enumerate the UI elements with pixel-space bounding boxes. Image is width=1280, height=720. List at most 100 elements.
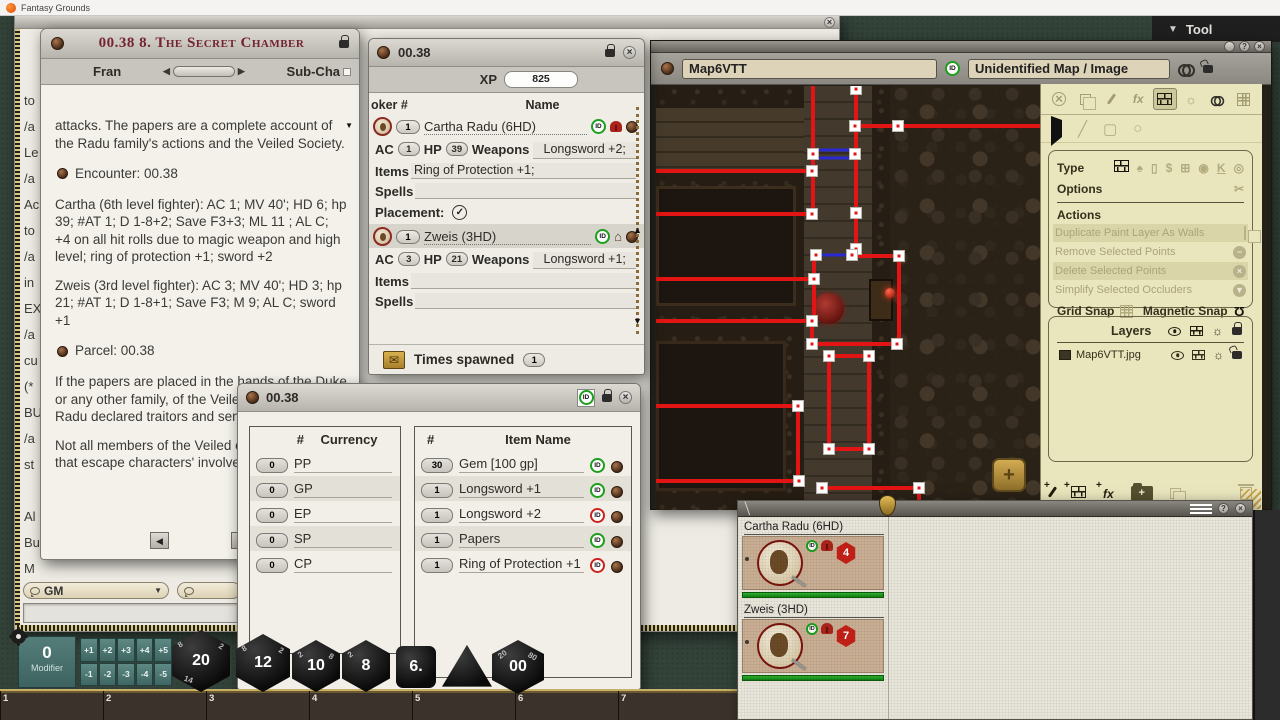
currency-qty-field[interactable]: 0 — [256, 483, 288, 498]
helmet-icon[interactable] — [610, 121, 622, 132]
envelope-icon[interactable]: ✉ — [383, 351, 405, 369]
weapons-field[interactable]: Longsword +1; — [533, 252, 636, 269]
scroll-rope[interactable]: ▲ ▼ — [636, 107, 639, 334]
items-field[interactable] — [411, 273, 636, 289]
slider-thumb[interactable] — [173, 66, 235, 77]
circle-tool-icon[interactable]: ○ — [1133, 120, 1142, 137]
tracker-title-bar[interactable]: ╲ ? × — [738, 501, 1252, 517]
modifier-button[interactable]: -3 — [117, 663, 135, 687]
item-name-field[interactable]: Ring of Protection +1 — [459, 556, 584, 573]
modifier-button[interactable]: -4 — [136, 663, 154, 687]
lock-icon[interactable] — [1232, 327, 1242, 335]
chat-input[interactable] — [23, 603, 238, 623]
record-orb-icon[interactable] — [611, 561, 623, 573]
help-icon[interactable]: ? — [1239, 41, 1250, 52]
close-icon[interactable]: × — [824, 17, 835, 28]
tool-menu-dropdown[interactable]: ▼ Tool — [1152, 16, 1280, 42]
coil-type-icon[interactable]: ◎ — [1234, 161, 1244, 175]
item-row[interactable]: 1Longsword +2ID — [415, 501, 631, 526]
modifier-button[interactable]: +5 — [154, 638, 172, 662]
compass-tab-icon[interactable] — [1047, 88, 1071, 110]
map-type-field[interactable]: Unidentified Map / Image — [968, 59, 1170, 79]
record-orb-icon[interactable] — [611, 461, 623, 473]
link-orb-icon[interactable] — [57, 168, 68, 179]
currency-qty-field[interactable]: 0 — [256, 533, 288, 548]
unlock-icon[interactable] — [1232, 351, 1242, 359]
parcel-orb-icon[interactable] — [246, 391, 259, 404]
d20-die[interactable]: 208214 — [172, 630, 230, 692]
link-orb-icon[interactable] — [57, 346, 68, 357]
encounter-entry-name-row[interactable]: 1Zweis (3HD)ID⌂ — [369, 224, 644, 248]
map-orb-icon[interactable] — [661, 62, 674, 75]
chat-emote-dropdown[interactable] — [177, 582, 241, 599]
add-folder-button[interactable]: + — [1131, 486, 1153, 501]
add-fx-layer-icon[interactable]: +fx — [1103, 486, 1114, 501]
brush-tab-icon[interactable] — [1100, 88, 1124, 110]
wall-type-icon[interactable] — [1114, 160, 1129, 175]
spells-field[interactable] — [415, 183, 636, 199]
id-badge[interactable]: ID — [590, 483, 605, 498]
close-icon[interactable]: × — [1235, 503, 1246, 514]
encounter-title-bar[interactable]: 00.38 × — [369, 39, 644, 67]
scissors-icon[interactable]: ✂ — [1234, 182, 1244, 196]
text-type-icon[interactable]: K — [1217, 161, 1226, 175]
modifier-button[interactable]: -1 — [80, 663, 98, 687]
token-portrait[interactable] — [757, 623, 803, 669]
add-wall-layer-icon[interactable]: + — [1071, 486, 1086, 501]
item-qty-field[interactable]: 1 — [421, 533, 453, 548]
id-badge[interactable]: ID — [591, 119, 606, 134]
tracker-entry[interactable]: Cartha Radu (6HD)ID4 — [740, 521, 886, 598]
subchapter-box-icon[interactable] — [343, 68, 351, 76]
item-row[interactable]: 1Longsword +1ID — [415, 476, 631, 501]
encounter-entry-name-row[interactable]: 1 Cartha Radu (6HD) ID — [369, 114, 644, 138]
treasure-type-icon[interactable]: $ — [1166, 161, 1173, 175]
close-icon[interactable]: × — [1254, 41, 1265, 52]
walls-icon[interactable] — [1190, 326, 1203, 336]
story-page-slider[interactable]: ◀ ▶ — [121, 66, 286, 77]
modifier-button[interactable]: +2 — [99, 638, 117, 662]
id-badge[interactable]: ID — [595, 229, 610, 244]
eye-edit-icon[interactable] — [1171, 351, 1184, 360]
modifier-button[interactable]: +3 — [117, 638, 135, 662]
fx-tab-icon[interactable]: fx — [1126, 88, 1150, 110]
d6-die[interactable]: 6. — [396, 646, 436, 688]
hp-field[interactable]: 39 — [446, 142, 468, 156]
item-name-field[interactable]: Longsword +2 — [459, 506, 584, 523]
npc-name-field[interactable]: Cartha Radu (6HD) — [424, 119, 587, 135]
tracker-entry[interactable]: Zweis (3HD)ID7 — [740, 604, 886, 681]
item-qty-field[interactable]: 1 — [421, 558, 453, 573]
currency-qty-field[interactable]: 0 — [256, 458, 288, 473]
chat-speaker-dropdown[interactable]: GM ▼ — [23, 582, 169, 599]
times-spawned-value[interactable]: 1 — [523, 353, 545, 367]
story-link[interactable]: Encounter: 00.38 — [75, 165, 178, 183]
spells-field[interactable] — [415, 293, 636, 309]
illusion-type-icon[interactable]: ◉ — [1198, 161, 1208, 175]
slider-left-icon[interactable]: ◀ — [163, 66, 170, 77]
walls-icon[interactable] — [1192, 350, 1205, 360]
layer-row[interactable]: Map6VTT.jpg☼ — [1057, 343, 1244, 367]
light-tab-icon[interactable]: ☼ — [1179, 88, 1203, 110]
lock-icon[interactable] — [605, 49, 615, 57]
id-badge[interactable]: ID — [806, 540, 818, 552]
item-name-field[interactable]: Gem [100 gp] — [459, 456, 584, 473]
modifier-box[interactable]: 0 Modifier — [18, 636, 76, 688]
token-portrait[interactable] — [757, 540, 803, 586]
token-count-field[interactable]: 1 — [396, 230, 420, 244]
radial-menu-icon[interactable] — [1224, 41, 1235, 52]
action-button[interactable]: Delete Selected Points× — [1053, 262, 1248, 280]
house-icon[interactable]: ⌂ — [614, 231, 622, 243]
action-button[interactable]: Duplicate Paint Layer As Walls — [1053, 224, 1248, 242]
slider-right-icon[interactable]: ▶ — [238, 66, 245, 77]
close-icon[interactable]: × — [623, 46, 636, 59]
walls-tab-icon[interactable] — [1153, 88, 1177, 110]
map-radial-menu-button[interactable]: + — [992, 458, 1026, 492]
helmet-icon[interactable] — [821, 623, 833, 634]
token-count-field[interactable]: 1 — [396, 120, 420, 134]
story-title-bar[interactable]: 00.38 8. The Secret Chamber — [41, 29, 359, 59]
ac-field[interactable]: 1 — [398, 142, 420, 156]
layers-tab-icon[interactable] — [1073, 88, 1097, 110]
eye-icon[interactable] — [1168, 327, 1181, 336]
tracker-entry-card[interactable]: ID7 — [742, 619, 884, 673]
parcel-title-bar[interactable]: 00.38 ID × — [238, 384, 640, 412]
lock-icon[interactable] — [602, 394, 612, 402]
